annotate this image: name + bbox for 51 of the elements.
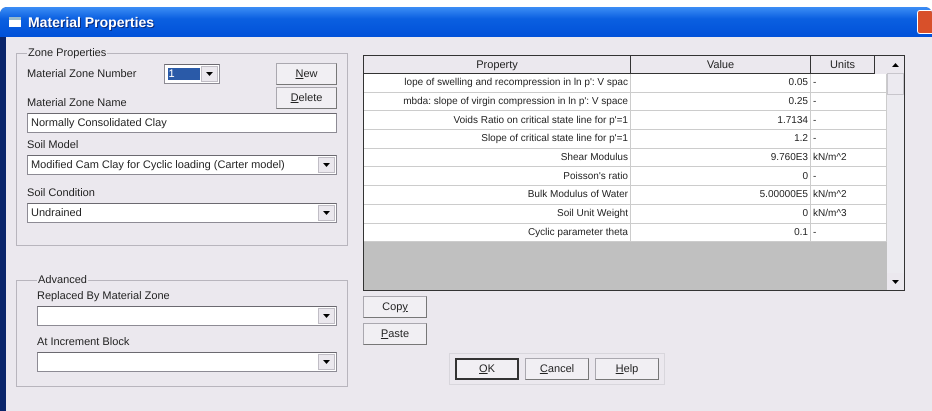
table-cell: Poisson's ratio [364, 167, 631, 186]
down-arrow-icon[interactable] [323, 360, 330, 364]
table-cell: 0.05 [631, 74, 811, 92]
table-cell: 5.00000E5 [631, 186, 811, 204]
table-cell: 0 [631, 167, 811, 186]
zone-number-dropdown[interactable]: 1 [164, 64, 220, 84]
table-cell: Bulk Modulus of Water [364, 186, 631, 204]
scrollbar-thumb[interactable] [887, 73, 904, 95]
increment-block-dropdown[interactable] [37, 352, 337, 372]
scrollbar[interactable] [887, 56, 904, 290]
cancel-button[interactable]: Cancel [525, 358, 589, 380]
table-cell: 9.760E3 [631, 148, 811, 166]
field-label: Soil Model [27, 139, 80, 151]
paste-button[interactable]: Paste [363, 323, 427, 345]
down-arrow-icon[interactable] [323, 163, 330, 167]
field-label: Soil Condition [27, 187, 96, 199]
table-cell: Shear Modulus [364, 148, 631, 166]
field-label: At Increment Block [37, 336, 130, 348]
soil-condition-dropdown[interactable]: Undrained [27, 203, 337, 223]
table-cell: 1.2 [631, 130, 811, 148]
soil-model-dropdown[interactable]: Modified Cam Clay for Cyclic loading (Carter model) [27, 155, 337, 175]
close-button[interactable] [917, 10, 932, 34]
table-cell: 0.25 [631, 92, 811, 110]
up-arrow-icon[interactable] [892, 62, 899, 66]
down-arrow-icon[interactable] [323, 314, 330, 318]
table-cell: Cyclic parameter theta [364, 224, 631, 242]
zone-name-field[interactable]: Normally Consolidated Clay [27, 113, 337, 133]
table-cell: Slope of critical state line for p'=1 [364, 130, 631, 148]
down-arrow-icon[interactable] [323, 211, 330, 215]
table-cell: lope of swelling and recompression in ln p': V spac [364, 74, 631, 92]
table-cell: Soil Unit Weight [364, 204, 631, 222]
table-cell: Voids Ratio on critical state line for p'=1 [364, 111, 631, 130]
field-label: Replaced By Material Zone [37, 290, 171, 302]
down-arrow-icon[interactable] [206, 72, 214, 76]
table-cell: 1.7134 [631, 111, 811, 130]
ok-button[interactable]: OK [455, 358, 519, 380]
field-label: Material Zone Name [27, 97, 127, 109]
window-icon [8, 16, 22, 28]
group-title: Advanced [37, 274, 88, 286]
delete-button[interactable]: Delete [276, 87, 337, 109]
table-cell: 0 [631, 204, 811, 222]
copy-button[interactable]: Copy [363, 296, 427, 318]
replacement-zone-dropdown[interactable] [37, 306, 337, 326]
group-title: Zone Properties [27, 47, 108, 59]
help-button[interactable]: Help [595, 358, 659, 380]
table-cell: mbda: slope of virgin compression in ln p': V space [364, 92, 631, 110]
new-button[interactable]: New [276, 63, 337, 85]
table-cell: 0.1 [631, 224, 811, 242]
down-arrow-icon[interactable] [892, 280, 899, 284]
window-title: Material Properties [28, 14, 156, 30]
field-label: Material Zone Number [27, 68, 136, 80]
